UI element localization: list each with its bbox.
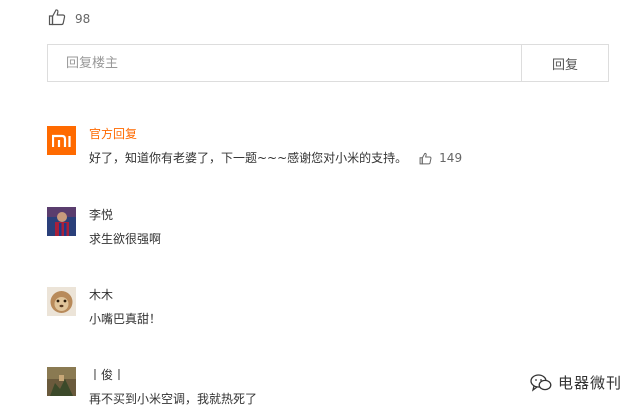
reply-input[interactable] xyxy=(48,45,521,81)
comment-like[interactable]: 149 xyxy=(419,150,462,166)
avatar xyxy=(47,207,76,236)
comment-text: 好了，知道你有老婆了，下一题~~~感谢您对小米的支持。 xyxy=(89,151,408,165)
mi-logo-icon xyxy=(51,134,71,147)
like-count: 98 xyxy=(75,12,91,26)
avatar xyxy=(47,287,76,316)
comment-author[interactable]: 官方回复 xyxy=(89,126,462,142)
comment-author[interactable]: 木木 xyxy=(89,287,161,303)
comment-text: 再不买到小米空调，我就热死了 xyxy=(89,392,258,406)
comment-like-count: 149 xyxy=(439,151,463,165)
watermark-text: 电器微刊 xyxy=(558,374,623,392)
reply-box: 回复 xyxy=(47,44,609,82)
watermark: 电器微刊 xyxy=(530,372,622,393)
reply-button[interactable]: 回复 xyxy=(521,45,608,81)
comment-author[interactable]: 李悦 xyxy=(89,207,161,223)
comment-author[interactable]: 丨俊丨 xyxy=(89,367,257,383)
avatar xyxy=(47,367,76,396)
top-like-row: 98 xyxy=(48,8,90,30)
thumbs-up-icon[interactable] xyxy=(48,8,66,30)
wechat-icon xyxy=(530,373,552,392)
comment-text: 小嘴巴真甜！ xyxy=(89,312,162,326)
comment-text: 求生欲很强啊 xyxy=(89,232,162,246)
official-avatar xyxy=(47,126,76,155)
thumbs-up-icon xyxy=(419,152,432,164)
